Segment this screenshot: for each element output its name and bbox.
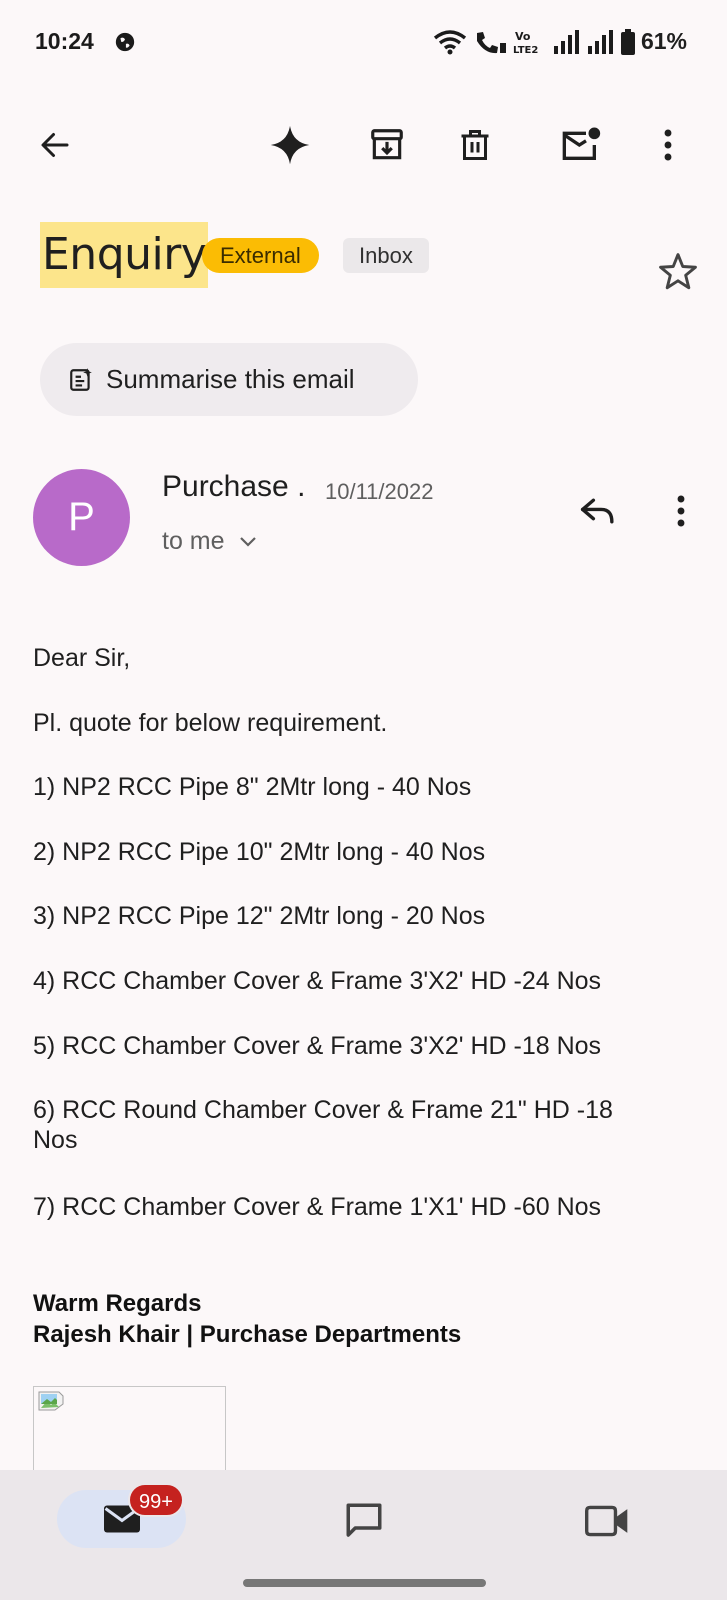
- more-vert-icon: [664, 129, 672, 161]
- status-icons: Vo LTE2 61%: [433, 28, 687, 55]
- wifi-icon: [433, 29, 467, 54]
- broken-image-icon: [38, 1391, 64, 1411]
- mark-unread-button[interactable]: [557, 121, 605, 169]
- wifi-call-icon: [476, 31, 506, 53]
- chat-icon: [346, 1503, 382, 1537]
- svg-text:Vo: Vo: [515, 30, 531, 43]
- unread-count-badge: 99+: [128, 1483, 184, 1517]
- back-button[interactable]: [31, 121, 79, 169]
- summarise-email-button[interactable]: Summarise this email: [40, 343, 418, 416]
- more-vert-icon: [677, 495, 685, 527]
- vpn-globe-icon: [115, 32, 135, 52]
- volte-icon: Vo LTE2: [513, 30, 538, 55]
- message-more-button[interactable]: [657, 487, 705, 535]
- arrow-back-icon: [41, 133, 69, 157]
- svg-text:LTE2: LTE2: [513, 45, 538, 55]
- signal-icon-1: [553, 29, 579, 54]
- sender-avatar[interactable]: P: [33, 469, 130, 566]
- list-item: 4) RCC Chamber Cover & Frame 3'X2' HD -2…: [33, 967, 602, 995]
- mark-unread-icon: [562, 127, 601, 160]
- battery-icon: [620, 28, 635, 55]
- sender-name[interactable]: Purchase .: [162, 470, 305, 504]
- chevron-down-icon: [239, 536, 256, 547]
- delete-button[interactable]: [451, 121, 499, 169]
- reply-icon: [580, 498, 614, 524]
- list-item: 2) NP2 RCC Pipe 10" 2Mtr long - 40 Nos: [33, 838, 486, 866]
- archive-icon: [371, 129, 403, 160]
- gesture-home-bar[interactable]: [243, 1579, 486, 1587]
- signature: Rajesh Khair | Purchase Departments: [33, 1321, 462, 1348]
- list-item: 5) RCC Chamber Cover & Frame 3'X2' HD -1…: [33, 1032, 602, 1060]
- status-time: 10:24: [35, 28, 94, 54]
- list-item: 6) RCC Round Chamber Cover & Frame 21" H…: [33, 1096, 613, 1154]
- email-date: 10/11/2022: [325, 479, 434, 504]
- archive-button[interactable]: [363, 121, 411, 169]
- summary-doc-icon: [70, 367, 92, 391]
- delete-icon: [461, 130, 489, 160]
- video-camera-icon: [585, 1505, 628, 1537]
- greeting: Dear Sir,: [33, 644, 131, 672]
- battery-percent: 61%: [640, 28, 687, 54]
- list-item: 7) RCC Chamber Cover & Frame 1'X1' HD -6…: [33, 1193, 602, 1221]
- broken-image-placeholder: [33, 1386, 226, 1476]
- nav-meet[interactable]: [583, 1497, 631, 1545]
- recipient-details-toggle[interactable]: to me: [162, 527, 257, 556]
- more-options-button[interactable]: [644, 121, 692, 169]
- signoff: Warm Regards: [33, 1290, 202, 1317]
- star-icon[interactable]: [656, 250, 700, 294]
- recipient-label: to me: [162, 527, 225, 555]
- summarise-label: Summarise this email: [106, 364, 355, 394]
- list-item: 1) NP2 RCC Pipe 8" 2Mtr long - 40 Nos: [33, 773, 472, 801]
- external-label-chip: External: [202, 238, 319, 273]
- gemini-button[interactable]: [266, 121, 314, 169]
- sparkle-icon: [270, 125, 310, 165]
- nav-chat[interactable]: [340, 1497, 388, 1545]
- signal-icon-2: [587, 29, 613, 54]
- email-subject: Enquiry: [40, 222, 209, 288]
- reply-button[interactable]: [574, 487, 622, 535]
- inbox-label-chip[interactable]: Inbox: [343, 238, 429, 273]
- intro-line: Pl. quote for below requirement.: [33, 709, 388, 737]
- list-item: 3) NP2 RCC Pipe 12" 2Mtr long - 20 Nos: [33, 902, 486, 930]
